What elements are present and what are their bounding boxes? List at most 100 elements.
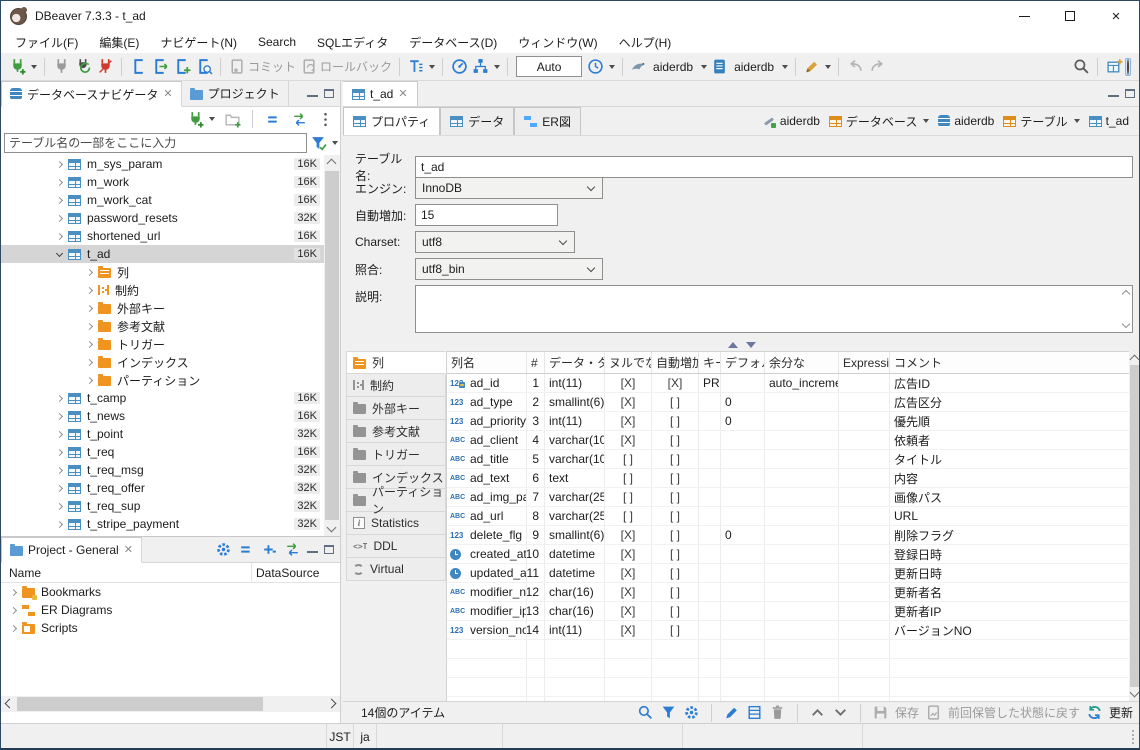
- cell-comment[interactable]: 画像パス: [890, 488, 1129, 506]
- breadcrumb-item[interactable]: テーブル: [1003, 113, 1079, 130]
- tree-chevron-icon[interactable]: [56, 448, 63, 455]
- cell-auto-increment[interactable]: [ ]: [652, 583, 699, 601]
- table-row[interactable]: ABCad_title5varchar(100)[ ][ ]タイトル: [447, 450, 1129, 469]
- transaction-log-button[interactable]: [405, 56, 437, 78]
- cell-not-null[interactable]: [X]: [605, 545, 652, 563]
- cell-auto-increment[interactable]: [ ]: [652, 393, 699, 411]
- move-up-icon[interactable]: [809, 704, 826, 721]
- open-perspective-button[interactable]: [1103, 56, 1125, 78]
- cell-empty[interactable]: [699, 659, 721, 677]
- cell-empty[interactable]: [839, 678, 890, 696]
- section-tab-外部キー[interactable]: 外部キー: [346, 397, 446, 420]
- cell-default[interactable]: [721, 564, 765, 582]
- tree-item[interactable]: t_req_msg32K: [1, 461, 324, 479]
- column-header[interactable]: Expression: [839, 352, 890, 373]
- commit-button[interactable]: コミット: [226, 56, 298, 78]
- cell-extra[interactable]: [765, 583, 839, 601]
- cell-ordinal[interactable]: 5: [527, 450, 545, 468]
- close-button[interactable]: ×: [1093, 1, 1139, 31]
- tree-chevron-icon[interactable]: [56, 214, 63, 221]
- scroll-down-icon[interactable]: [1130, 688, 1140, 698]
- cell-key[interactable]: [699, 526, 721, 544]
- cell-extra[interactable]: [765, 621, 839, 639]
- table-row[interactable]: ABCad_client4varchar(100)[X][ ]依頼者: [447, 431, 1129, 450]
- cell-column-name[interactable]: ABCad_client: [447, 431, 527, 449]
- cell-empty[interactable]: [447, 659, 527, 677]
- cell-empty[interactable]: [652, 640, 699, 658]
- tree-item[interactable]: t_req_sup32K: [1, 497, 324, 515]
- minimize-panel-icon[interactable]: [307, 94, 318, 97]
- cell-data-type[interactable]: char(16): [545, 583, 605, 601]
- schema-compare-button[interactable]: [470, 56, 502, 78]
- cell-extra[interactable]: [765, 564, 839, 582]
- edit-pencil-icon[interactable]: [723, 704, 740, 721]
- menu-item[interactable]: ウィンドウ(W): [518, 34, 597, 51]
- cell-empty[interactable]: [527, 678, 545, 696]
- cell-not-null[interactable]: [X]: [605, 583, 652, 601]
- refresh-button[interactable]: 更新: [1109, 704, 1133, 721]
- tree-item[interactable]: 列: [1, 263, 324, 281]
- scrollbar-thumb[interactable]: [1130, 365, 1140, 687]
- cell-default[interactable]: 0: [721, 412, 765, 430]
- cell-empty[interactable]: [605, 659, 652, 677]
- cell-key[interactable]: PRI: [699, 374, 721, 392]
- cell-column-name[interactable]: ABCad_img_path: [447, 488, 527, 506]
- cell-extra[interactable]: auto_increment: [765, 374, 839, 392]
- cell-auto-increment[interactable]: [ ]: [652, 412, 699, 430]
- table-row[interactable]: created_at10datetime[X][ ]登録日時: [447, 545, 1129, 564]
- cell-key[interactable]: [699, 469, 721, 487]
- cell-extra[interactable]: [765, 602, 839, 620]
- cell-data-type[interactable]: int(11): [545, 412, 605, 430]
- cell-comment[interactable]: 更新者IP: [890, 602, 1129, 620]
- minimize-panel-icon[interactable]: [1108, 94, 1119, 97]
- cell-not-null[interactable]: [ ]: [605, 507, 652, 525]
- cell-column-name[interactable]: ABCmodifier_name: [447, 583, 527, 601]
- column-header[interactable]: デフォルト: [721, 352, 765, 373]
- menu-item[interactable]: SQLエディタ: [317, 34, 388, 51]
- tab-database-navigator[interactable]: データベースナビゲータ ✕: [1, 81, 182, 107]
- tab-project-general[interactable]: Project - General ✕: [1, 537, 142, 563]
- table-row[interactable]: ABCad_url8varchar(255)[ ][ ]URL: [447, 507, 1129, 526]
- cell-default[interactable]: [721, 374, 765, 392]
- tree-chevron-icon[interactable]: [86, 376, 93, 383]
- cell-comment[interactable]: 内容: [890, 469, 1129, 487]
- table-scrollbar[interactable]: [1129, 351, 1140, 701]
- cell-default[interactable]: [721, 450, 765, 468]
- cell-ordinal[interactable]: 3: [527, 412, 545, 430]
- cell-expression[interactable]: [839, 393, 890, 411]
- tree-chevron-icon[interactable]: [56, 466, 63, 473]
- cell-default[interactable]: [721, 507, 765, 525]
- tree-chevron-icon[interactable]: [10, 606, 17, 613]
- cell-data-type[interactable]: smallint(6): [545, 526, 605, 544]
- breadcrumb-item[interactable]: aiderdb: [938, 114, 994, 128]
- cell-default[interactable]: [721, 469, 765, 487]
- cell-empty[interactable]: [447, 640, 527, 658]
- tree-chevron-icon[interactable]: [56, 232, 63, 239]
- cell-empty[interactable]: [839, 659, 890, 677]
- cell-comment[interactable]: URL: [890, 507, 1129, 525]
- dropdown-icon[interactable]: [332, 141, 338, 145]
- cell-not-null[interactable]: [X]: [605, 374, 652, 392]
- scroll-down-icon[interactable]: [327, 523, 337, 533]
- cell-column-name[interactable]: ABCad_text: [447, 469, 527, 487]
- cell-data-type[interactable]: int(11): [545, 374, 605, 392]
- tree-item[interactable]: t_ad16K: [1, 245, 324, 263]
- menu-item[interactable]: ヘルプ(H): [619, 34, 672, 51]
- close-icon[interactable]: ✕: [124, 545, 133, 556]
- open-sql-editor-button[interactable]: [149, 56, 171, 78]
- cell-empty[interactable]: [605, 640, 652, 658]
- column-header[interactable]: ヌルでない: [605, 352, 652, 373]
- column-header[interactable]: キー: [699, 352, 721, 373]
- cell-empty[interactable]: [839, 640, 890, 658]
- cell-empty[interactable]: [765, 640, 839, 658]
- tree-item[interactable]: 制約: [1, 281, 324, 299]
- cell-extra[interactable]: [765, 469, 839, 487]
- cell-comment[interactable]: 更新者名: [890, 583, 1129, 601]
- cell-comment[interactable]: 広告区分: [890, 393, 1129, 411]
- cell-ordinal[interactable]: 12: [527, 583, 545, 601]
- cell-auto-increment[interactable]: [ ]: [652, 488, 699, 506]
- cell-key[interactable]: [699, 545, 721, 563]
- section-tab-トリガー[interactable]: トリガー: [346, 443, 446, 466]
- menu-item[interactable]: 編集(E): [99, 34, 139, 51]
- column-header[interactable]: 列名: [447, 352, 527, 373]
